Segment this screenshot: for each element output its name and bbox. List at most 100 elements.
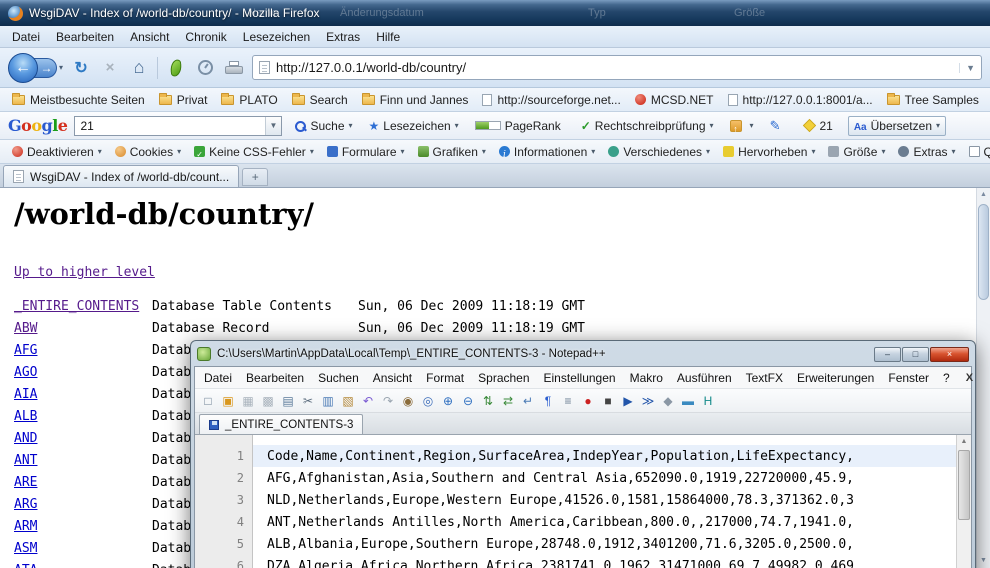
notepad-menu-item[interactable]: Makro	[623, 369, 670, 387]
history-clock-button[interactable]	[194, 56, 216, 80]
google-search-input[interactable]: 21	[75, 117, 264, 135]
history-dropdown-icon[interactable]: ▾	[59, 63, 63, 72]
listing-entry-link[interactable]: ARE	[14, 475, 152, 490]
webdev-miscellaneous-button[interactable]: Verschiedenes ▾	[602, 143, 716, 161]
url-input[interactable]: http://127.0.0.1/world-db/country/	[276, 60, 953, 75]
listing-entry-link[interactable]: ASM	[14, 541, 152, 556]
notepad-editor[interactable]: 1 Code,Name,Continent,Region,SurfaceArea…	[195, 435, 971, 568]
indent-guide-icon[interactable]: ≡	[559, 392, 577, 410]
save-all-icon[interactable]: ▩	[259, 392, 277, 410]
menu-item[interactable]: Chronik	[177, 27, 234, 47]
scrollbar-thumb[interactable]	[958, 450, 970, 520]
menu-item[interactable]: Bearbeiten	[48, 27, 122, 47]
menu-item[interactable]: Hilfe	[368, 27, 408, 47]
reload-button[interactable]: ↻	[70, 56, 92, 80]
notepad-menu-item[interactable]: ?	[936, 369, 957, 387]
editor-line-text[interactable]: ALB,Albania,Europe,Southern Europe,28748…	[253, 533, 956, 555]
show-all-chars-icon[interactable]: ¶	[539, 392, 557, 410]
stop-button[interactable]: ×	[99, 56, 121, 80]
scroll-down-icon[interactable]: ▼	[977, 554, 990, 568]
scrollbar-thumb[interactable]	[978, 204, 989, 300]
doc-monitor-icon[interactable]: ▬	[679, 392, 697, 410]
notepad-menu-item[interactable]: Format	[419, 369, 471, 387]
webdev-cookies-button[interactable]: Cookies ▾	[109, 143, 187, 161]
new-tab-button[interactable]: +	[242, 168, 268, 186]
listing-entry-link[interactable]: AGO	[14, 365, 152, 380]
editor-line-text[interactable]: Code,Name,Continent,Region,SurfaceArea,I…	[253, 445, 956, 467]
record-macro-icon[interactable]: ●	[579, 392, 597, 410]
google-bookmarks-button[interactable]: Lesezeichen ▾	[364, 117, 464, 135]
autofill-button[interactable]	[765, 116, 794, 136]
listing-entry-link[interactable]: ALB	[14, 409, 152, 424]
google-search-button[interactable]: Suche ▾	[289, 117, 357, 135]
notepad-menu-item[interactable]: Ausführen	[670, 369, 739, 387]
notepad-menu-item[interactable]: Suchen	[311, 369, 366, 387]
zoom-out-icon[interactable]: ⊖	[459, 392, 477, 410]
html-preview-icon[interactable]: H	[699, 392, 717, 410]
notepad-menu-item[interactable]: Ansicht	[366, 369, 419, 387]
close-button[interactable]: ×	[930, 347, 969, 362]
spellcheck-button[interactable]: Rechtschreibprüfung ▾	[576, 117, 719, 135]
zoom-in-icon[interactable]: ⊕	[439, 392, 457, 410]
webdev-disable-button[interactable]: Deaktivieren ▾	[6, 143, 108, 161]
bookmark-item[interactable]: MCSD.NET	[629, 91, 720, 109]
notepad-document-tab[interactable]: _ENTIRE_CONTENTS-3	[199, 414, 363, 434]
sync-scroll-v-icon[interactable]: ⇅	[479, 392, 497, 410]
scroll-up-icon[interactable]: ▲	[957, 435, 971, 449]
bookmark-item[interactable]: Privat	[153, 91, 214, 109]
maximize-button[interactable]: □	[902, 347, 929, 362]
webdev-images-button[interactable]: Grafiken ▾	[412, 143, 492, 161]
cut-icon[interactable]: ✂	[299, 392, 317, 410]
bookmark-item[interactable]: Finn und Jannes	[356, 91, 475, 109]
listing-entry-link[interactable]: ATA	[14, 563, 152, 568]
print-icon[interactable]: ▤	[279, 392, 297, 410]
webdev-information-button[interactable]: Informationen ▾	[493, 143, 601, 161]
up-to-higher-level-link[interactable]: Up to higher level	[14, 265, 155, 280]
editor-line-text[interactable]: DZA,Algeria,Africa,Northern Africa,23817…	[253, 555, 956, 568]
listing-entry-link[interactable]: _ENTIRE_CONTENTS	[14, 299, 152, 314]
extension-button[interactable]	[165, 56, 187, 80]
url-bar[interactable]: http://127.0.0.1/world-db/country/ ▼	[252, 55, 982, 80]
webdev-resize-button[interactable]: Größe ▾	[822, 143, 891, 161]
replace-icon[interactable]: ◎	[419, 392, 437, 410]
editor-line-text[interactable]: AFG,Afghanistan,Asia,Southern and Centra…	[253, 467, 956, 489]
webdev-forms-button[interactable]: Formulare ▾	[321, 143, 411, 161]
bookmark-item[interactable]: http://127.0.0.1:8001/a...	[722, 91, 879, 109]
menu-item[interactable]: Extras	[318, 27, 368, 47]
notepad-menu-item[interactable]: Fenster	[881, 369, 936, 387]
scroll-up-icon[interactable]: ▲	[977, 188, 990, 202]
notepad-menu-item[interactable]: Datei	[197, 369, 239, 387]
listing-entry-link[interactable]: AND	[14, 431, 152, 446]
editor-line-text[interactable]: NLD,Netherlands,Europe,Western Europe,41…	[253, 489, 956, 511]
listing-entry-link[interactable]: AIA	[14, 387, 152, 402]
copy-icon[interactable]: ▥	[319, 392, 337, 410]
webdev-tools-button[interactable]: Extras ▾	[892, 143, 961, 161]
notepad-menu-item[interactable]: TextFX	[739, 369, 790, 387]
stop-macro-icon[interactable]: ■	[599, 392, 617, 410]
save-macro-icon[interactable]: ◆	[659, 392, 677, 410]
firefox-titlebar[interactable]: WsgiDAV - Index of /world-db/country/ - …	[0, 0, 990, 26]
home-button[interactable]: ⌂	[128, 56, 150, 80]
notepad-titlebar[interactable]: C:\Users\Martin\AppData\Local\Temp\_ENTI…	[194, 344, 972, 366]
notepad-menu-item[interactable]: Sprachen	[471, 369, 536, 387]
webdev-view-source-button[interactable]: Quelltext ▾	[963, 143, 990, 161]
paste-icon[interactable]: ▧	[339, 392, 357, 410]
word-wrap-icon[interactable]: ↵	[519, 392, 537, 410]
undo-icon[interactable]: ↶	[359, 392, 377, 410]
highlight-button[interactable]: 21	[799, 117, 841, 135]
new-file-icon[interactable]: □	[199, 392, 217, 410]
bookmark-item[interactable]: Search	[286, 91, 354, 109]
webdev-outline-button[interactable]: Hervorheben ▾	[717, 143, 821, 161]
notepad-menu-item[interactable]: Erweiterungen	[790, 369, 881, 387]
send-to-button[interactable]: ▾	[725, 118, 759, 134]
minimize-button[interactable]: –	[874, 347, 901, 362]
run-macro-multi-icon[interactable]: ≫	[639, 392, 657, 410]
bookmark-item[interactable]: Tree Samples	[881, 91, 985, 109]
sync-scroll-h-icon[interactable]: ⇄	[499, 392, 517, 410]
bookmark-item[interactable]: PLATO	[215, 91, 283, 109]
print-button[interactable]	[223, 56, 245, 80]
notepad-menu-item[interactable]: Einstellungen	[537, 369, 623, 387]
notepad-menu-item[interactable]: Bearbeiten	[239, 369, 311, 387]
listing-entry-link[interactable]: ARM	[14, 519, 152, 534]
menu-item[interactable]: Ansicht	[122, 27, 177, 47]
